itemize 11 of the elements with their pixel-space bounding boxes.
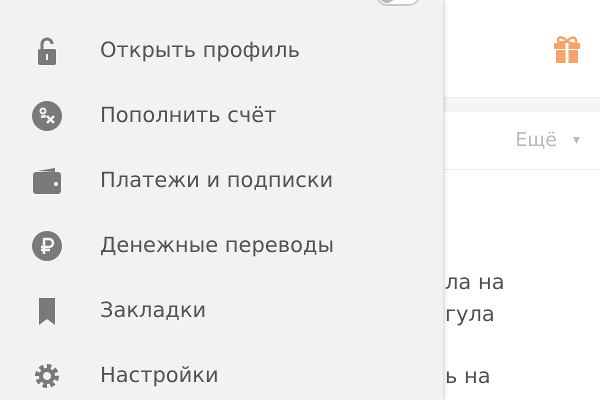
ruble-icon bbox=[31, 230, 63, 262]
menu-item[interactable]: Пополнить счёт bbox=[100, 100, 276, 132]
text-line: ла на bbox=[445, 269, 506, 296]
text-line: ь на bbox=[445, 363, 492, 390]
menu-item[interactable]: Открыть профиль bbox=[100, 34, 300, 66]
menu-item[interactable]: Закладки bbox=[100, 294, 206, 326]
menu-item[interactable]: Настройки bbox=[100, 360, 219, 392]
text-line: гула bbox=[445, 301, 496, 328]
coin-icon bbox=[31, 100, 63, 132]
menu-item[interactable]: Платежи и подписки bbox=[100, 164, 334, 196]
menu-item[interactable]: Денежные переводы bbox=[100, 230, 334, 262]
